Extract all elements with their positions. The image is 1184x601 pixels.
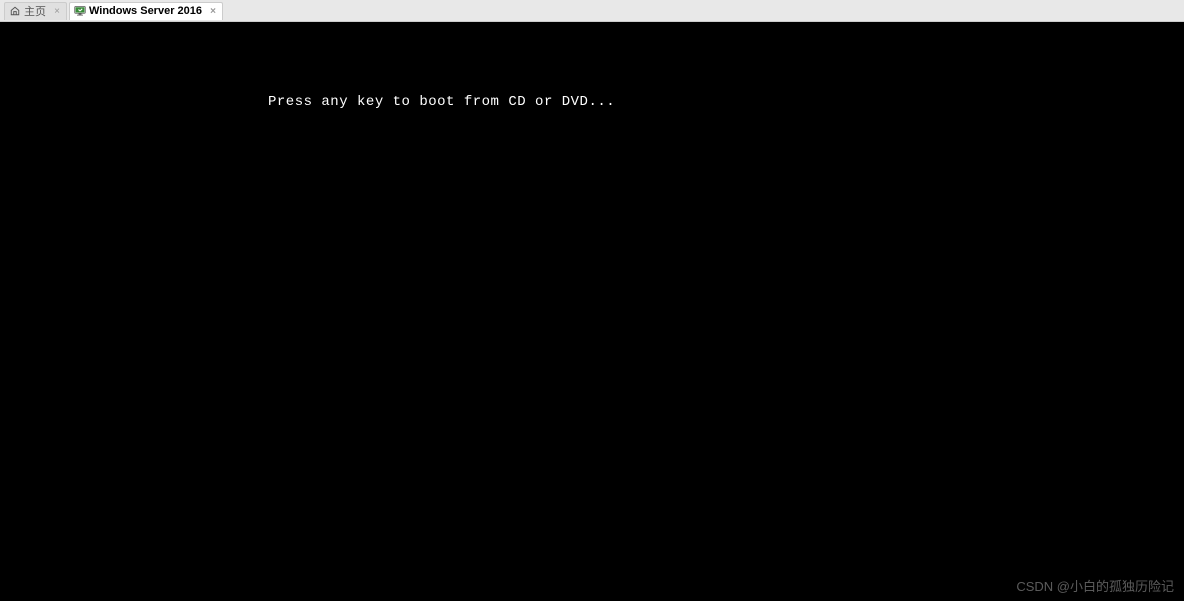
tab-label: 主页 — [24, 3, 46, 19]
tab-label: Windows Server 2016 — [89, 5, 202, 17]
close-icon[interactable]: × — [52, 6, 62, 16]
tab-bar: 主页 × Windows Server 2016 × — [0, 0, 1184, 22]
console-view[interactable]: Press any key to boot from CD or DVD... … — [0, 22, 1184, 601]
home-icon — [9, 5, 21, 17]
tab-windows-server-2016[interactable]: Windows Server 2016 × — [69, 2, 223, 20]
monitor-icon — [74, 5, 86, 17]
boot-message: Press any key to boot from CD or DVD... — [268, 94, 615, 110]
watermark: CSDN @小白的孤独历险记 — [1016, 576, 1174, 595]
tab-home[interactable]: 主页 × — [4, 2, 67, 20]
close-icon[interactable]: × — [208, 6, 218, 16]
